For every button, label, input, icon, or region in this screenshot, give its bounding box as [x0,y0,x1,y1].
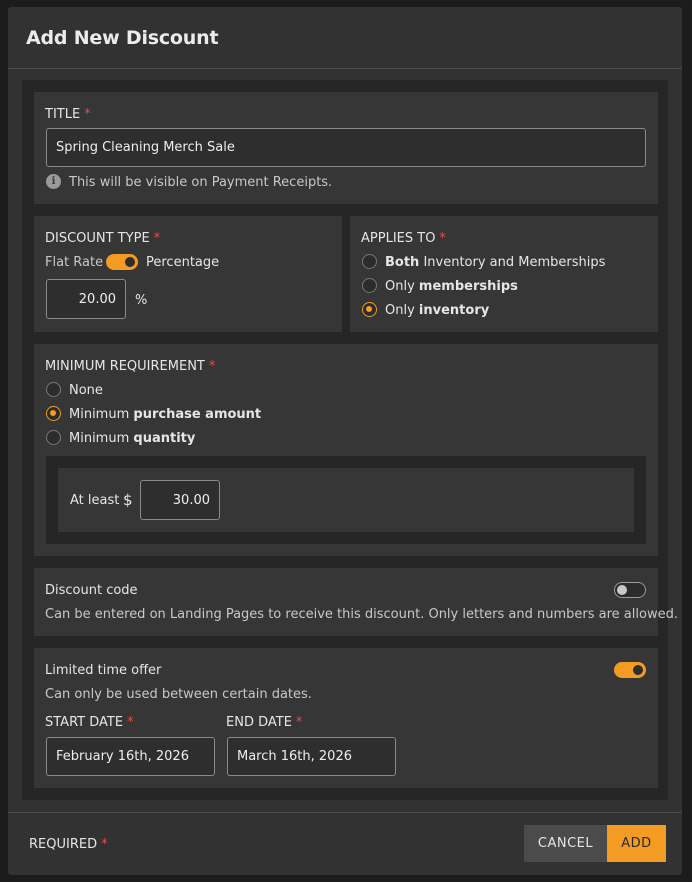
discount-type-label: DISCOUNT TYPE * [45,231,161,246]
end-date-value: March 16th, 2026 [237,749,352,764]
radio-none-label[interactable]: None [69,383,103,398]
title-label: TITLE * [45,107,91,122]
add-discount-modal: Add New Discount TITLE * Spring Cleaning … [8,7,682,875]
radio-both[interactable] [362,254,377,269]
info-icon: i [46,174,61,189]
radio-purchase-amount[interactable] [46,406,61,421]
required-asterisk: * [439,231,446,246]
required-legend: REQUIRED * [29,837,108,852]
radio-inventory[interactable] [362,302,377,317]
minimum-requirement-label: MINIMUM REQUIREMENT * [45,359,216,374]
modal-body[interactable]: TITLE * Spring Cleaning Merch Sale i This… [22,80,678,800]
modal-footer: REQUIRED * CANCEL ADD [8,812,682,876]
radio-purchase-amount-label[interactable]: Minimum purchase amount [69,407,261,422]
modal-title: Add New Discount [26,27,219,49]
start-date-value: February 16th, 2026 [56,749,189,764]
title-hint: This will be visible on Payment Receipts… [69,175,333,190]
radio-none[interactable] [46,382,61,397]
minimum-amount-box: At least $ 30.00 [58,468,634,532]
required-asterisk: * [101,837,108,852]
minimum-amount-container: At least $ 30.00 [46,456,646,544]
cancel-button[interactable]: CANCEL [524,825,607,862]
discount-code-toggle[interactable] [614,582,646,598]
applies-to-label: APPLIES TO * [361,231,446,246]
add-button[interactable]: ADD [607,825,666,862]
at-least-label: At least [70,493,120,508]
discount-type-toggle[interactable] [106,254,138,270]
percentage-label: Percentage [146,255,220,270]
limited-time-description: Can only be used between certain dates. [45,687,312,702]
discount-type-panel: DISCOUNT TYPE * Flat Rate Percentage 20.0… [34,216,342,332]
radio-memberships[interactable] [362,278,377,293]
minimum-requirement-panel: MINIMUM REQUIREMENT * None Minimum purcha… [34,344,658,556]
currency-symbol: $ [123,491,133,509]
toggle-knob [633,665,643,675]
discount-code-panel: Discount code Can be entered on Landing … [34,568,678,636]
radio-quantity-label[interactable]: Minimum quantity [69,431,195,446]
limited-time-toggle[interactable] [614,662,646,678]
end-date-input[interactable]: March 16th, 2026 [227,737,396,776]
limited-time-label: Limited time offer [45,663,162,678]
flat-rate-label: Flat Rate [45,255,104,270]
required-asterisk: * [127,715,134,730]
radio-both-label[interactable]: Both Inventory and Memberships [385,255,605,270]
discount-code-description: Can be entered on Landing Pages to recei… [45,607,678,622]
title-input-value: Spring Cleaning Merch Sale [56,140,235,155]
discount-amount-input[interactable]: 20.00 [46,279,126,319]
minimum-amount-input[interactable]: 30.00 [140,480,220,520]
start-date-label: START DATE * [45,715,134,730]
required-asterisk: * [295,715,303,730]
discount-amount-value: 20.00 [78,291,116,307]
radio-quantity[interactable] [46,430,61,445]
start-date-input[interactable]: February 16th, 2026 [46,737,215,776]
percent-unit: % [135,293,148,308]
radio-memberships-label[interactable]: Only memberships [385,279,518,294]
required-asterisk: * [208,359,216,374]
required-asterisk: * [84,107,91,122]
title-panel: TITLE * Spring Cleaning Merch Sale i This… [34,92,658,204]
end-date-label: END DATE * [226,715,303,730]
title-input[interactable]: Spring Cleaning Merch Sale [46,128,646,167]
modal-header: Add New Discount [8,7,682,69]
radio-inventory-label[interactable]: Only inventory [385,303,489,318]
required-asterisk: * [153,231,161,246]
toggle-knob [125,257,135,267]
applies-to-panel: APPLIES TO * Both Inventory and Membershi… [350,216,658,332]
discount-code-label: Discount code [45,583,138,598]
toggle-knob [617,584,627,595]
limited-time-panel: Limited time offer Can only be used betw… [34,648,658,788]
minimum-amount-value: 30.00 [172,492,210,508]
